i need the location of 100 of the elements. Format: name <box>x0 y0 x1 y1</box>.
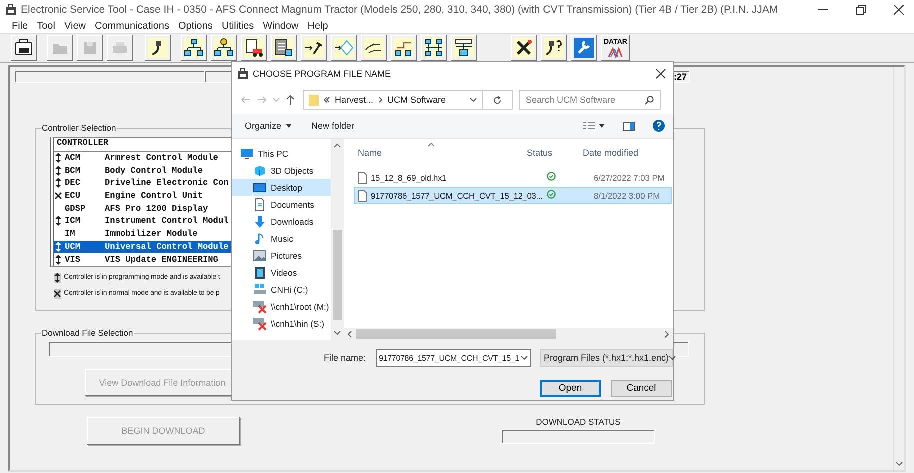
controller-code: IM <box>64 229 76 240</box>
app-icon <box>5 4 17 16</box>
toolbar-button[interactable] <box>511 35 537 61</box>
breadcrumb-item[interactable]: Harvest... <box>335 95 374 105</box>
file-row[interactable]: 15_12_8_69_old.hx1 6/27/2022 7:03 PM <box>354 169 672 186</box>
nav-item[interactable]: 3D Objects <box>232 162 331 179</box>
toolbar-button[interactable] <box>541 35 567 61</box>
toolbar-button[interactable] <box>145 35 171 61</box>
caret-down-icon <box>286 124 292 128</box>
menu-item[interactable]: View <box>64 20 86 32</box>
film-icon <box>253 266 267 280</box>
controller-name: Body Control Module <box>105 166 203 176</box>
nav-item[interactable]: Videos <box>232 264 331 281</box>
file-date: 6/27/2022 7:03 PM <box>594 172 665 182</box>
controller-code: BCM <box>64 166 82 176</box>
chevron-down-icon <box>669 356 676 361</box>
nav-item[interactable]: \\cnh1\root (M:) <box>232 298 331 315</box>
chevron-left-icon <box>347 330 352 338</box>
menu-item[interactable]: File <box>12 20 28 32</box>
preview-pane-icon[interactable] <box>623 122 635 130</box>
window-title: Electronic Service Tool - Case IH - 0350 - AFS Connect Magnum Tractor (Models 250, 280, 310, 340, 380) (with CVT Transmission) (Tier 4B / Tier 2B) (P.I.N. JJAM <box>21 4 778 16</box>
app-icon <box>237 68 249 80</box>
search-field[interactable]: Search UCM Software <box>519 90 661 110</box>
nav-item[interactable]: CNHi (C:) <box>232 281 331 298</box>
help-icon[interactable] <box>653 120 665 132</box>
controller-name: Driveline Electronic Con <box>105 178 229 188</box>
caret-down-icon[interactable] <box>599 124 605 128</box>
chevron-down-icon <box>334 331 341 336</box>
scrollbar[interactable] <box>893 67 904 470</box>
disconnected-drive-icon <box>253 316 267 330</box>
controller-name: AFS Pro 1200 Display <box>105 204 208 214</box>
menu-item[interactable]: Window <box>263 20 299 32</box>
column-header[interactable]: Date modified <box>583 148 663 158</box>
scrollbar[interactable] <box>331 139 344 340</box>
plug-icon <box>148 38 168 58</box>
file-name-field[interactable]: 91770786_1577_UCM_CCH_CVT_15_1 <box>376 349 531 368</box>
close-icon[interactable] <box>656 69 666 79</box>
address-bar[interactable]: Harvest... UCM Software <box>303 90 483 110</box>
module-tree-icon <box>184 38 204 58</box>
file-type-dropdown[interactable]: Program Files (*.hx1;*.hx1.enc) <box>540 349 673 368</box>
controller-name: Universal Control Module <box>105 242 229 252</box>
chevron-up-icon <box>334 143 341 148</box>
file-row[interactable]: 91770786_1577_UCM_CCH_CVT_15_12_03... 8/1/2022 3:00 PM <box>354 187 672 204</box>
command-button[interactable]: Organize <box>245 121 282 131</box>
refresh-button[interactable] <box>483 90 513 110</box>
status-label: DOWNLOAD STATUS <box>536 417 621 427</box>
toolbar-button[interactable] <box>391 35 417 61</box>
refresh-icon <box>493 96 502 104</box>
toolbar-button[interactable] <box>241 35 267 61</box>
toolbar-button[interactable] <box>421 35 447 61</box>
menu-item[interactable]: Communications <box>94 20 170 32</box>
search-placeholder: Search UCM Software <box>526 95 616 105</box>
nav-item[interactable]: \\cnh1\hin (S:) <box>232 315 331 332</box>
close-icon[interactable] <box>894 4 904 14</box>
scrollbar[interactable] <box>344 328 673 340</box>
file-date: 8/1/2022 3:00 PM <box>594 190 660 200</box>
restore-icon[interactable] <box>856 4 866 14</box>
module-bus-icon <box>454 38 474 58</box>
file-icon <box>358 190 367 202</box>
chevron-down-icon <box>521 356 528 361</box>
picture-icon <box>253 248 267 262</box>
group-box-label: Download File Selection <box>41 328 134 338</box>
menu-item[interactable]: Options <box>178 20 213 32</box>
text-field[interactable] <box>15 71 205 83</box>
check-circle-icon <box>547 190 556 199</box>
document-icon <box>253 198 267 212</box>
dropdown-value: Program Files (*.hx1;*.hx1.enc) <box>544 353 670 364</box>
nav-item[interactable]: Desktop <box>232 179 331 196</box>
menu-item[interactable]: Tool <box>37 20 56 32</box>
controller-name: Immobilizer Module <box>105 229 198 240</box>
breadcrumb-item[interactable]: UCM Software <box>388 95 446 105</box>
command-button[interactable]: New folder <box>312 121 355 131</box>
toolbar-button[interactable] <box>301 35 327 61</box>
desktop-icon <box>253 180 267 194</box>
menu-item[interactable]: Help <box>308 20 328 32</box>
toolbar-button[interactable] <box>181 35 207 61</box>
menu-item[interactable]: Utilities <box>222 20 254 32</box>
view-options-icon[interactable] <box>583 122 595 130</box>
nav-item[interactable]: Downloads <box>232 213 331 230</box>
toolbar-button[interactable] <box>211 35 237 61</box>
controller-code: GDSP <box>64 204 87 214</box>
toolbar-button[interactable] <box>11 35 37 61</box>
toolbar-button[interactable] <box>271 35 297 61</box>
computer-icon <box>240 146 254 160</box>
toolbar-button[interactable] <box>361 35 387 61</box>
up-arrow-icon[interactable] <box>286 95 295 105</box>
chevron-down-icon <box>896 462 902 467</box>
controller-code: UCM <box>64 242 82 252</box>
controller-code: ACM <box>64 153 82 164</box>
controller-name: VIS Update ENGINEERING <box>105 254 218 265</box>
plug-help-icon <box>544 38 564 58</box>
controller-name: Engine Control Unit <box>105 191 203 202</box>
column-header[interactable]: Name <box>358 148 527 158</box>
cancel-button[interactable]: Cancel <box>611 380 672 397</box>
toolbar-button[interactable] <box>451 35 477 61</box>
column-header[interactable]: Status <box>527 148 583 158</box>
nav-item[interactable]: Documents <box>232 196 331 213</box>
open-button[interactable]: Open <box>540 380 601 397</box>
check-circle-icon <box>547 172 556 181</box>
controller-code: DEC <box>64 178 82 188</box>
